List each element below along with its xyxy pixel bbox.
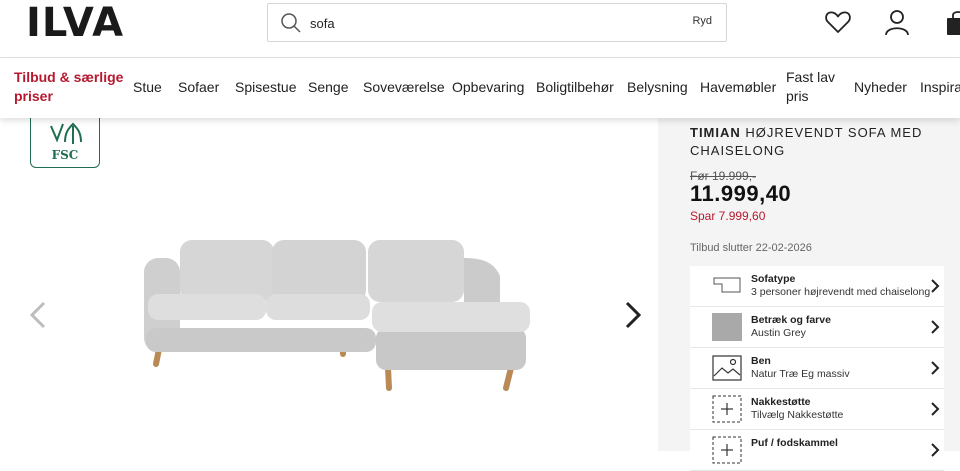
option-title: Betræk og farve: [751, 314, 831, 326]
chevron-right-icon: [931, 320, 940, 334]
fsc-badge: FSC: [30, 118, 100, 168]
product-brand: TIMIAN: [690, 125, 741, 140]
user-icon[interactable]: [883, 8, 911, 36]
nav-item-sofaer[interactable]: Sofaer: [178, 78, 219, 97]
savings-text: Spar 7.999,60: [690, 209, 766, 223]
option-ben[interactable]: Ben Natur Træ Eg massiv: [690, 348, 944, 389]
product-options-list: Sofatype 3 personer højrevendt med chais…: [690, 266, 944, 471]
search-icon[interactable]: [280, 12, 302, 34]
image-placeholder-icon: [712, 355, 742, 381]
search-bar: Ryd: [267, 3, 727, 42]
option-title: Ben: [751, 355, 771, 367]
option-value: Tilvælg Nakkestøtte: [751, 409, 844, 421]
bag-icon[interactable]: [944, 8, 960, 36]
nav-item-sovevaerelse[interactable]: Soveværelse: [363, 78, 445, 97]
option-title: Nakkestøtte: [751, 396, 811, 408]
option-betraek-farve[interactable]: Betræk og farve Austin Grey: [690, 307, 944, 348]
product-title: TIMIAN HØJREVENDT SOFA MED CHAISELONG: [690, 124, 950, 160]
nav-item-nyheder[interactable]: Nyheder: [854, 78, 907, 97]
product-section: FSC TIMIAN HØJREVENDT SOFA MED CHAISELON…: [0, 118, 960, 471]
fabric-swatch-icon: [712, 313, 742, 341]
option-title: Puf / fodskammel: [751, 437, 838, 449]
offer-end-date: Tilbud slutter 22-02-2026: [690, 242, 812, 254]
option-value: Austin Grey: [751, 327, 806, 339]
option-value: 3 personer højrevendt med chaiselong: [751, 286, 931, 298]
nav-item-inspiration[interactable]: Inspiration: [920, 78, 960, 97]
chevron-right-icon: [931, 443, 940, 457]
chevron-left-icon[interactable]: [28, 300, 48, 330]
nav-item-fast-lav-pris[interactable]: Fast lav pris: [786, 68, 838, 106]
option-title: Sofatype: [751, 273, 796, 285]
heart-icon[interactable]: [824, 8, 852, 36]
add-icon: [712, 436, 742, 464]
option-sofatype[interactable]: Sofatype 3 personer højrevendt med chais…: [690, 266, 944, 307]
ilva-logo[interactable]: ILVA: [26, 3, 124, 43]
sofa-outline-icon: [713, 277, 741, 293]
sofa-product-image[interactable]: [138, 236, 534, 394]
nav-item-senge[interactable]: Senge: [308, 78, 348, 97]
chevron-right-icon: [931, 361, 940, 375]
nav-item-havemobler[interactable]: Havemøbler: [700, 78, 776, 97]
chevron-right-icon: [931, 279, 940, 293]
fsc-label: FSC: [51, 148, 79, 162]
nav-item-boligtilbehor[interactable]: Boligtilbehør: [536, 78, 614, 97]
nav-item-stue[interactable]: Stue: [133, 78, 162, 97]
nav-item-belysning[interactable]: Belysning: [627, 78, 688, 97]
fsc-tree-logo-icon: [50, 122, 82, 144]
search-input[interactable]: [310, 12, 610, 34]
main-navigation: Tilbud & særlige priser Stue Sofaer Spis…: [0, 58, 960, 118]
product-info-panel: TIMIAN HØJREVENDT SOFA MED CHAISELONG Fø…: [658, 118, 960, 471]
search-clear-button[interactable]: Ryd: [692, 15, 712, 27]
current-price: 11.999,40: [690, 181, 792, 206]
chevron-right-icon: [931, 402, 940, 416]
option-value: Natur Træ Eg massiv: [751, 368, 850, 380]
site-header: ILVA Ryd: [0, 0, 960, 57]
nav-item-opbevaring[interactable]: Opbevaring: [452, 78, 524, 97]
nav-item-tilbud[interactable]: Tilbud & særlige priser: [14, 68, 124, 106]
nav-item-spisestue[interactable]: Spisestue: [235, 78, 296, 97]
add-icon: [712, 395, 742, 423]
chevron-right-icon[interactable]: [623, 300, 643, 330]
option-nakkestotte[interactable]: Nakkestøtte Tilvælg Nakkestøtte: [690, 389, 944, 430]
